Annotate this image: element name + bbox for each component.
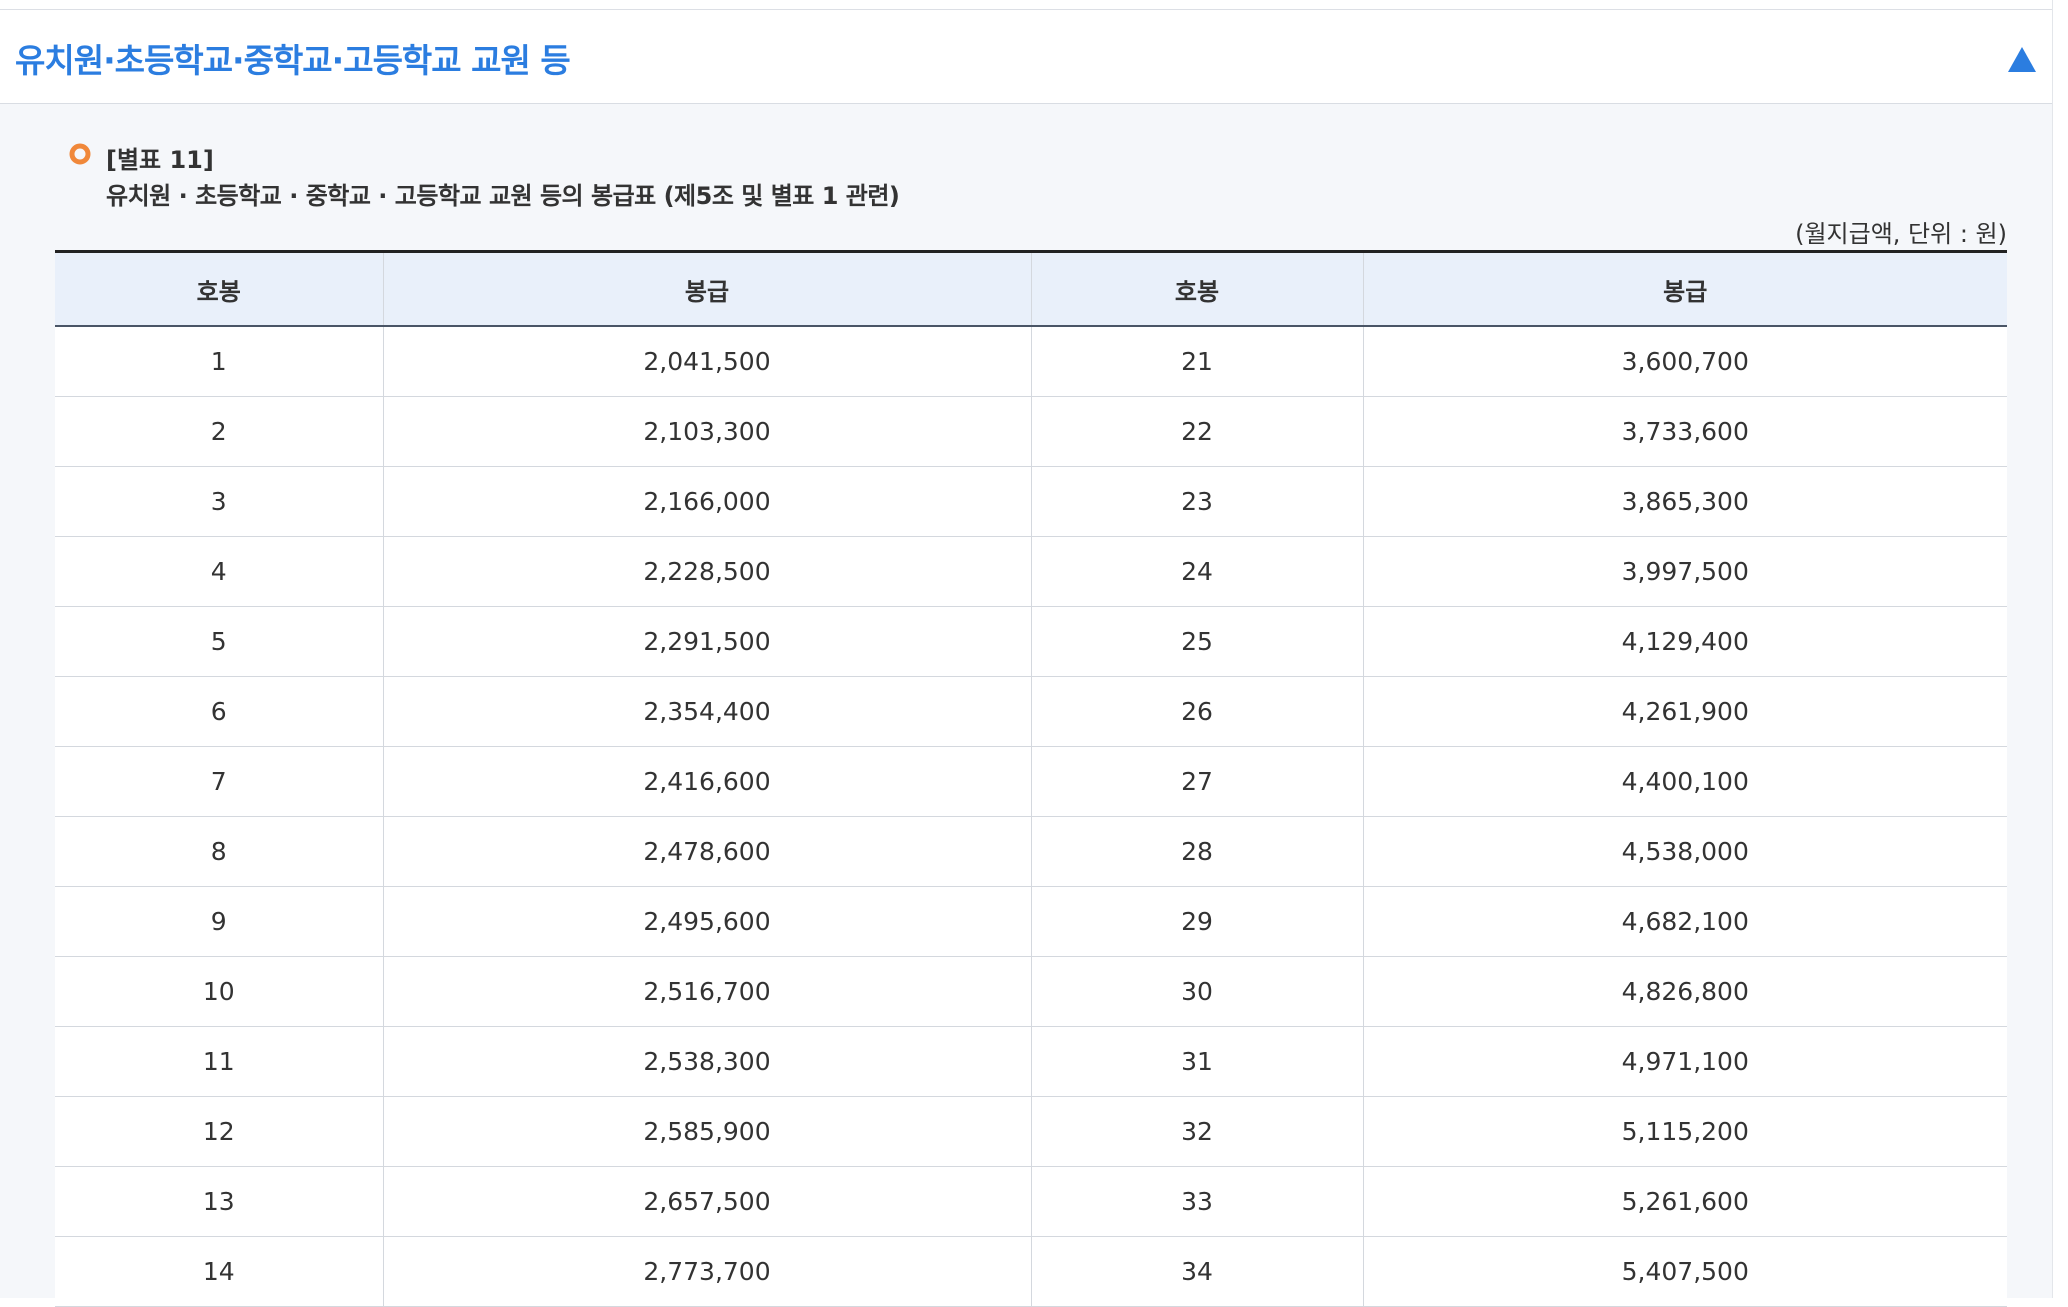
salary-cell: 3,733,600 — [1362, 396, 2007, 467]
collapse-toggle-button[interactable] — [1992, 28, 2052, 88]
step-cell: 2 — [55, 396, 383, 467]
header-salary: 봉급 — [382, 251, 1031, 327]
header-step: 호봉 — [55, 251, 383, 327]
salary-cell: 5,261,600 — [1362, 1166, 2007, 1237]
salary-cell: 3,865,300 — [1362, 466, 2007, 537]
step-cell: 6 — [55, 676, 383, 747]
salary-cell: 4,538,000 — [1362, 816, 2007, 887]
step-cell: 11 — [55, 1026, 383, 1097]
step-cell: 33 — [1030, 1166, 1363, 1237]
salary-cell: 2,291,500 — [382, 606, 1031, 677]
step-cell: 34 — [1030, 1236, 1363, 1307]
header-salary: 봉급 — [1362, 251, 2007, 327]
step-cell: 14 — [55, 1236, 383, 1307]
salary-cell: 2,478,600 — [382, 816, 1031, 887]
salary-cell: 2,166,000 — [382, 466, 1031, 537]
step-cell: 4 — [55, 536, 383, 607]
triangle-up-icon — [2008, 47, 2036, 72]
step-cell: 30 — [1030, 956, 1363, 1027]
step-cell: 24 — [1030, 536, 1363, 607]
salary-table: 호봉 봉급 호봉 봉급 1 2,041,500 21 3,600,700 2 2,103,… — [55, 250, 2007, 1307]
table-row: 6 2,354,400 26 4,261,900 — [55, 676, 2007, 747]
table-row: 9 2,495,600 29 4,682,100 — [55, 886, 2007, 957]
salary-cell: 2,041,500 — [382, 326, 1031, 397]
table-row: 12 2,585,900 32 5,115,200 — [55, 1096, 2007, 1167]
salary-cell: 4,400,100 — [1362, 746, 2007, 817]
step-cell: 5 — [55, 606, 383, 677]
step-cell: 25 — [1030, 606, 1363, 677]
salary-cell: 5,115,200 — [1362, 1096, 2007, 1167]
table-row: 4 2,228,500 24 3,997,500 — [55, 536, 2007, 607]
step-cell: 3 — [55, 466, 383, 537]
salary-cell: 3,600,700 — [1362, 326, 2007, 397]
table-number: [별표 11] — [106, 146, 214, 174]
salary-cell: 2,585,900 — [382, 1096, 1031, 1167]
salary-cell: 4,261,900 — [1362, 676, 2007, 747]
salary-cell: 2,416,600 — [382, 746, 1031, 817]
step-cell: 29 — [1030, 886, 1363, 957]
salary-cell: 4,682,100 — [1362, 886, 2007, 957]
salary-cell: 2,657,500 — [382, 1166, 1031, 1237]
step-cell: 27 — [1030, 746, 1363, 817]
salary-cell: 2,516,700 — [382, 956, 1031, 1027]
table-row: 13 2,657,500 33 5,261,600 — [55, 1166, 2007, 1237]
table-row: 10 2,516,700 30 4,826,800 — [55, 956, 2007, 1027]
step-cell: 10 — [55, 956, 383, 1027]
salary-cell: 2,228,500 — [382, 536, 1031, 607]
table-row: 3 2,166,000 23 3,865,300 — [55, 466, 2007, 537]
step-cell: 1 — [55, 326, 383, 397]
salary-cell: 2,495,600 — [382, 886, 1031, 957]
step-cell: 21 — [1030, 326, 1363, 397]
step-cell: 8 — [55, 816, 383, 887]
table-header-row: 호봉 봉급 호봉 봉급 — [55, 251, 2007, 327]
salary-cell: 4,129,400 — [1362, 606, 2007, 677]
unit-note: (월지급액, 단위 : 원) — [1795, 220, 2007, 248]
table-row: 5 2,291,500 25 4,129,400 — [55, 606, 2007, 677]
table-row: 2 2,103,300 22 3,733,600 — [55, 396, 2007, 467]
step-cell: 7 — [55, 746, 383, 817]
step-cell: 9 — [55, 886, 383, 957]
scrollbar-track[interactable] — [2052, 0, 2068, 1298]
table-caption: 유치원 · 초등학교 · 중학교 · 고등학교 교원 등의 봉급표 (제5조 및… — [106, 182, 900, 210]
circle-bullet-icon — [69, 143, 91, 165]
header-step: 호봉 — [1030, 251, 1363, 327]
accordion-header[interactable]: 유치원·초등학교·중학교·고등학교 교원 등 — [0, 10, 2052, 104]
table-row: 7 2,416,600 27 4,400,100 — [55, 746, 2007, 817]
salary-cell: 2,354,400 — [382, 676, 1031, 747]
salary-cell: 5,407,500 — [1362, 1236, 2007, 1307]
salary-cell: 2,538,300 — [382, 1026, 1031, 1097]
step-cell: 23 — [1030, 466, 1363, 537]
table-row: 14 2,773,700 34 5,407,500 — [55, 1236, 2007, 1307]
salary-cell: 2,103,300 — [382, 396, 1031, 467]
step-cell: 28 — [1030, 816, 1363, 887]
step-cell: 32 — [1030, 1096, 1363, 1167]
step-cell: 13 — [55, 1166, 383, 1237]
table-row: 11 2,538,300 31 4,971,100 — [55, 1026, 2007, 1097]
salary-cell: 3,997,500 — [1362, 536, 2007, 607]
step-cell: 22 — [1030, 396, 1363, 467]
step-cell: 31 — [1030, 1026, 1363, 1097]
step-cell: 26 — [1030, 676, 1363, 747]
accordion-title[interactable]: 유치원·초등학교·중학교·고등학교 교원 등 — [15, 34, 571, 82]
salary-cell: 4,826,800 — [1362, 956, 2007, 1027]
salary-cell: 2,773,700 — [382, 1236, 1031, 1307]
accordion-panel: [별표 11] 유치원 · 초등학교 · 중학교 · 고등학교 교원 등의 봉급… — [0, 104, 2052, 1307]
step-cell: 12 — [55, 1096, 383, 1167]
salary-cell: 4,971,100 — [1362, 1026, 2007, 1097]
table-row: 1 2,041,500 21 3,600,700 — [55, 326, 2007, 397]
table-row: 8 2,478,600 28 4,538,000 — [55, 816, 2007, 887]
